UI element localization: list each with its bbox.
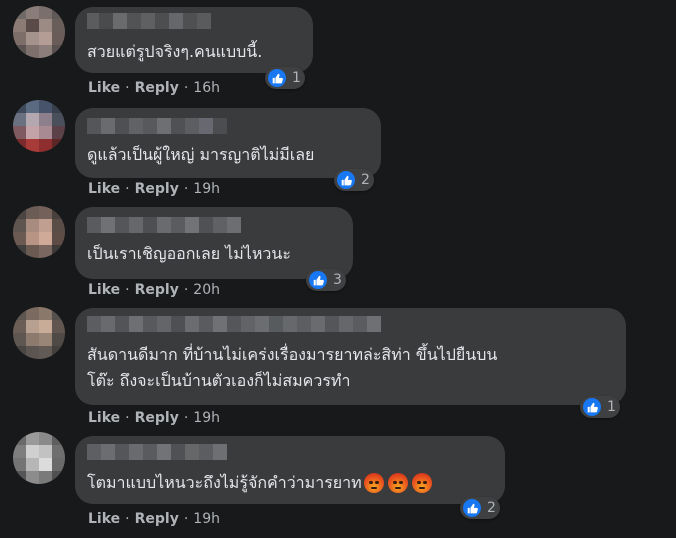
comment-bubble: โตมาแบบไหนวะถึงไม่รู้จักคำว่ามารยาท — [75, 436, 505, 504]
timestamp[interactable]: 19h — [193, 410, 220, 426]
reply-link[interactable]: Reply — [135, 282, 179, 298]
comment-actions: Like · Reply · 19h — [88, 410, 220, 426]
comment-text: เป็นเราเชิญออกเลย ไม่ไหวนะ — [87, 244, 291, 263]
comment-actions: Like · Reply · 19h — [88, 511, 220, 527]
angry-face-icon — [411, 473, 432, 493]
reply-link[interactable]: Reply — [135, 410, 179, 426]
comment-bubble: สันดานดีมาก ที่บ้านไม่เคร่งเรื่องมารยาทล… — [75, 308, 626, 405]
angry-face-icon — [387, 473, 408, 493]
reaction-count: 2 — [361, 172, 370, 188]
avatar[interactable] — [13, 206, 65, 258]
reaction-summary[interactable]: 3 — [306, 269, 346, 291]
like-icon — [267, 68, 287, 88]
reply-link[interactable]: Reply — [135, 80, 179, 96]
timestamp[interactable]: 20h — [193, 282, 220, 298]
separator: · — [125, 511, 130, 527]
like-icon — [336, 170, 356, 190]
reply-link[interactable]: Reply — [135, 181, 179, 197]
avatar[interactable] — [13, 100, 65, 152]
reply-link[interactable]: Reply — [135, 511, 179, 527]
angry-face-icon — [363, 473, 384, 493]
comment-text: โตมาแบบไหนวะถึงไม่รู้จักคำว่ามารยาท — [87, 470, 436, 496]
comment-text: ดูแล้วเป็นผู้ใหญ่ มารญาติไม่มีเลย — [87, 145, 315, 164]
avatar[interactable] — [13, 307, 65, 359]
comment-actions: Like · Reply · 20h — [88, 282, 220, 298]
author-name-blurred[interactable] — [87, 13, 211, 29]
author-name-blurred[interactable] — [87, 444, 227, 460]
comment-text-content: โตมาแบบไหนวะถึงไม่รู้จักคำว่ามารยาท — [87, 473, 362, 492]
separator: · — [183, 181, 189, 197]
timestamp[interactable]: 16h — [193, 80, 220, 96]
separator: · — [125, 80, 130, 96]
reaction-count: 3 — [333, 272, 342, 288]
timestamp[interactable]: 19h — [193, 181, 220, 197]
like-link[interactable]: Like — [88, 181, 120, 197]
comment-text: สวยแต่รูปจริงๆ.คนแบบนี้. — [87, 42, 263, 61]
avatar[interactable] — [13, 6, 65, 58]
like-link[interactable]: Like — [88, 410, 120, 426]
comment-text: สันดานดีมาก ที่บ้านไม่เคร่งเรื่องมารยาทล… — [87, 345, 498, 390]
like-icon — [308, 270, 328, 290]
author-name-blurred[interactable] — [87, 316, 381, 332]
separator: · — [183, 511, 189, 527]
separator: · — [125, 410, 130, 426]
reaction-count: 1 — [292, 70, 301, 86]
comment-actions: Like · Reply · 19h — [88, 181, 220, 197]
reaction-count: 2 — [487, 500, 496, 516]
like-link[interactable]: Like — [88, 282, 120, 298]
separator: · — [183, 80, 189, 96]
author-name-blurred[interactable] — [87, 118, 227, 134]
separator: · — [183, 282, 189, 298]
separator: · — [125, 282, 130, 298]
comment-bubble: สวยแต่รูปจริงๆ.คนแบบนี้. — [75, 7, 313, 73]
like-link[interactable]: Like — [88, 80, 120, 96]
avatar[interactable] — [13, 432, 65, 484]
comment-actions: Like · Reply · 16h — [88, 80, 220, 96]
separator: · — [125, 181, 130, 197]
reaction-summary[interactable]: 2 — [460, 497, 500, 519]
reaction-count: 1 — [607, 399, 616, 415]
author-name-blurred[interactable] — [87, 217, 241, 233]
reaction-summary[interactable]: 1 — [265, 67, 305, 89]
like-link[interactable]: Like — [88, 511, 120, 527]
comment-bubble: ดูแล้วเป็นผู้ใหญ่ มารญาติไม่มีเลย — [75, 108, 381, 178]
reaction-summary[interactable]: 2 — [334, 169, 374, 191]
like-icon — [582, 397, 602, 417]
comment-bubble: เป็นเราเชิญออกเลย ไม่ไหวนะ — [75, 207, 353, 279]
reaction-summary[interactable]: 1 — [580, 396, 620, 418]
like-icon — [462, 498, 482, 518]
timestamp[interactable]: 19h — [193, 511, 220, 527]
separator: · — [183, 410, 189, 426]
